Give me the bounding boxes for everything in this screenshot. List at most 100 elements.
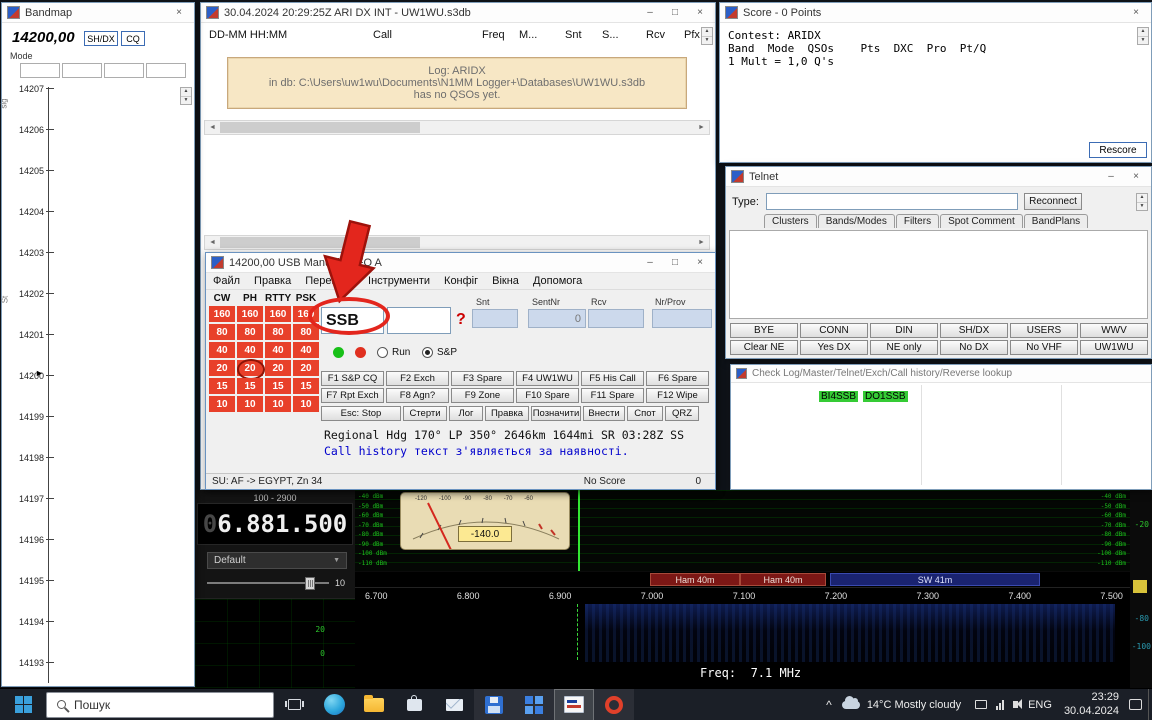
band-button[interactable]: 80	[265, 324, 291, 340]
qrz-button[interactable]: QRZ	[665, 406, 699, 421]
band-button[interactable]: 20	[265, 360, 291, 376]
f2-button[interactable]: F2 Exch	[386, 371, 449, 386]
menu-windows[interactable]: Вікна	[485, 275, 526, 287]
telnet-spinner[interactable]: ▲▼	[1136, 193, 1148, 211]
frequency-ruler[interactable]: 6.7006.8006.9007.0007.1007.2007.3007.400…	[355, 587, 1130, 604]
sentnr-field[interactable]: 0	[528, 309, 586, 328]
bye-button[interactable]: BYE	[730, 323, 798, 338]
reconnect-button[interactable]: Reconnect	[1024, 193, 1082, 210]
log-col-header[interactable]: Rcv	[646, 29, 665, 41]
bandmap-titlebar[interactable]: Bandmap ×	[2, 3, 194, 23]
run-radio[interactable]	[377, 347, 388, 358]
f7-button[interactable]: F7 Rpt Exch	[321, 388, 384, 403]
minimize-icon[interactable]: –	[1101, 169, 1121, 184]
f11-button[interactable]: F11 Spare	[581, 388, 644, 403]
show-desktop-button[interactable]	[1148, 689, 1152, 720]
bandmap-spinner[interactable]: ▲▼	[180, 87, 192, 105]
f12-button[interactable]: F12 Wipe	[646, 388, 709, 403]
edge-taskbar-button[interactable]	[314, 689, 354, 720]
rescore-button[interactable]: Rescore	[1089, 142, 1147, 158]
users-button[interactable]: USERS	[1010, 323, 1078, 338]
scroll-left-icon[interactable]: ◄	[205, 236, 220, 249]
f3-button[interactable]: F3 Spare	[451, 371, 514, 386]
volume-icon[interactable]	[1013, 701, 1018, 708]
close-icon[interactable]: ×	[690, 5, 710, 20]
bandmap-field[interactable]	[104, 63, 144, 78]
band-button[interactable]: 40	[237, 342, 263, 358]
start-button[interactable]	[0, 689, 46, 720]
floppy-app-button[interactable]	[474, 689, 514, 720]
menu-view[interactable]: Перегляд	[298, 275, 361, 287]
wwv-button[interactable]: WWV	[1080, 323, 1148, 338]
language-indicator[interactable]: ENG	[1028, 699, 1052, 711]
minimize-icon[interactable]: –	[640, 255, 660, 270]
log-scrollbar[interactable]: ◄ ►	[204, 120, 710, 135]
maximize-icon[interactable]: □	[665, 255, 685, 270]
log-spinner[interactable]: ▲▼	[701, 27, 713, 45]
check-call[interactable]: BI4SSB	[819, 391, 858, 402]
scroll-thumb[interactable]	[220, 237, 420, 248]
band-button[interactable]: 40	[209, 342, 235, 358]
log-col-header[interactable]: Snt	[565, 29, 582, 41]
edit-button[interactable]: Правка	[485, 406, 529, 421]
slider-handle[interactable]	[305, 577, 315, 590]
din-button[interactable]: DIN	[870, 323, 938, 338]
nr-prov-field[interactable]	[652, 309, 712, 328]
grid-app-button[interactable]	[514, 689, 554, 720]
frequency-display[interactable]: 06.881.500	[197, 503, 353, 545]
minimize-icon[interactable]: –	[640, 5, 660, 20]
band-button[interactable]: 10	[265, 396, 291, 412]
preset-dropdown[interactable]: Default ▼	[207, 552, 347, 569]
mark-button[interactable]: Позначити	[531, 406, 581, 421]
f8-button[interactable]: F8 Agn?	[386, 388, 449, 403]
telnet-titlebar[interactable]: Telnet – ×	[726, 167, 1151, 187]
band-button[interactable]: 10	[237, 396, 263, 412]
entry-titlebar[interactable]: 14200,00 USB Manual - VFO A – □ ×	[206, 253, 715, 273]
telnet-type-input[interactable]	[766, 193, 1018, 210]
band-button[interactable]: 160	[265, 306, 291, 322]
log-col-header[interactable]: Pfx	[684, 29, 700, 41]
cq-button[interactable]: CQ	[121, 31, 145, 46]
tab-bandplans[interactable]: BandPlans	[1024, 214, 1088, 228]
ne-only-button[interactable]: NE only	[870, 340, 938, 355]
tab-filters[interactable]: Filters	[896, 214, 939, 228]
band-button[interactable]: 15	[237, 378, 263, 394]
wipe-button[interactable]: Стерти	[403, 406, 447, 421]
clear-ne-button[interactable]: Clear NE	[730, 340, 798, 355]
check-call[interactable]: DO1SSB	[863, 391, 908, 402]
log-scrollbar-2[interactable]: ◄ ►	[204, 235, 710, 250]
network-icon[interactable]	[996, 700, 1004, 710]
red-round-app-button[interactable]	[594, 689, 634, 720]
band-button[interactable]: 80	[209, 324, 235, 340]
tuning-marker-line[interactable]	[578, 490, 580, 571]
menu-tools[interactable]: Інструменти	[361, 275, 437, 287]
log-col-header[interactable]: Freq	[482, 29, 505, 41]
callsign-input[interactable]: SSB	[321, 307, 384, 334]
f10-button[interactable]: F10 Spare	[516, 388, 579, 403]
mail-taskbar-button[interactable]	[434, 689, 474, 720]
shdx-button[interactable]: SH/DX	[84, 31, 118, 46]
band-button[interactable]: 10	[293, 396, 319, 412]
f6-button[interactable]: F6 Spare	[646, 371, 709, 386]
log-col-header[interactable]: Call	[373, 29, 392, 41]
band-button[interactable]: 80	[293, 324, 319, 340]
band-button[interactable]: 160	[209, 306, 235, 322]
band-button-selected[interactable]: 20	[237, 360, 263, 376]
esc-stop-button[interactable]: Esc: Stop	[321, 406, 401, 421]
bandmap-field[interactable]	[62, 63, 102, 78]
log-col-header[interactable]: S...	[602, 29, 619, 41]
telnet-output-panel[interactable]	[729, 230, 1148, 319]
band-button[interactable]: 15	[209, 378, 235, 394]
close-icon[interactable]: ×	[169, 5, 189, 20]
rcv-field[interactable]	[588, 309, 644, 328]
band-button[interactable]: 160	[293, 306, 319, 322]
shdx-button[interactable]: SH/DX	[940, 323, 1008, 338]
scroll-right-icon[interactable]: ►	[694, 121, 709, 134]
score-titlebar[interactable]: Score - 0 Points ×	[720, 3, 1151, 23]
store-button[interactable]: Внести	[583, 406, 625, 421]
band-button[interactable]: 15	[293, 378, 319, 394]
tab-clusters[interactable]: Clusters	[764, 214, 817, 228]
tray-expand-chevron[interactable]: ^	[826, 698, 832, 712]
menu-file[interactable]: Файл	[206, 275, 247, 287]
tab-spot-comment[interactable]: Spot Comment	[940, 214, 1023, 228]
